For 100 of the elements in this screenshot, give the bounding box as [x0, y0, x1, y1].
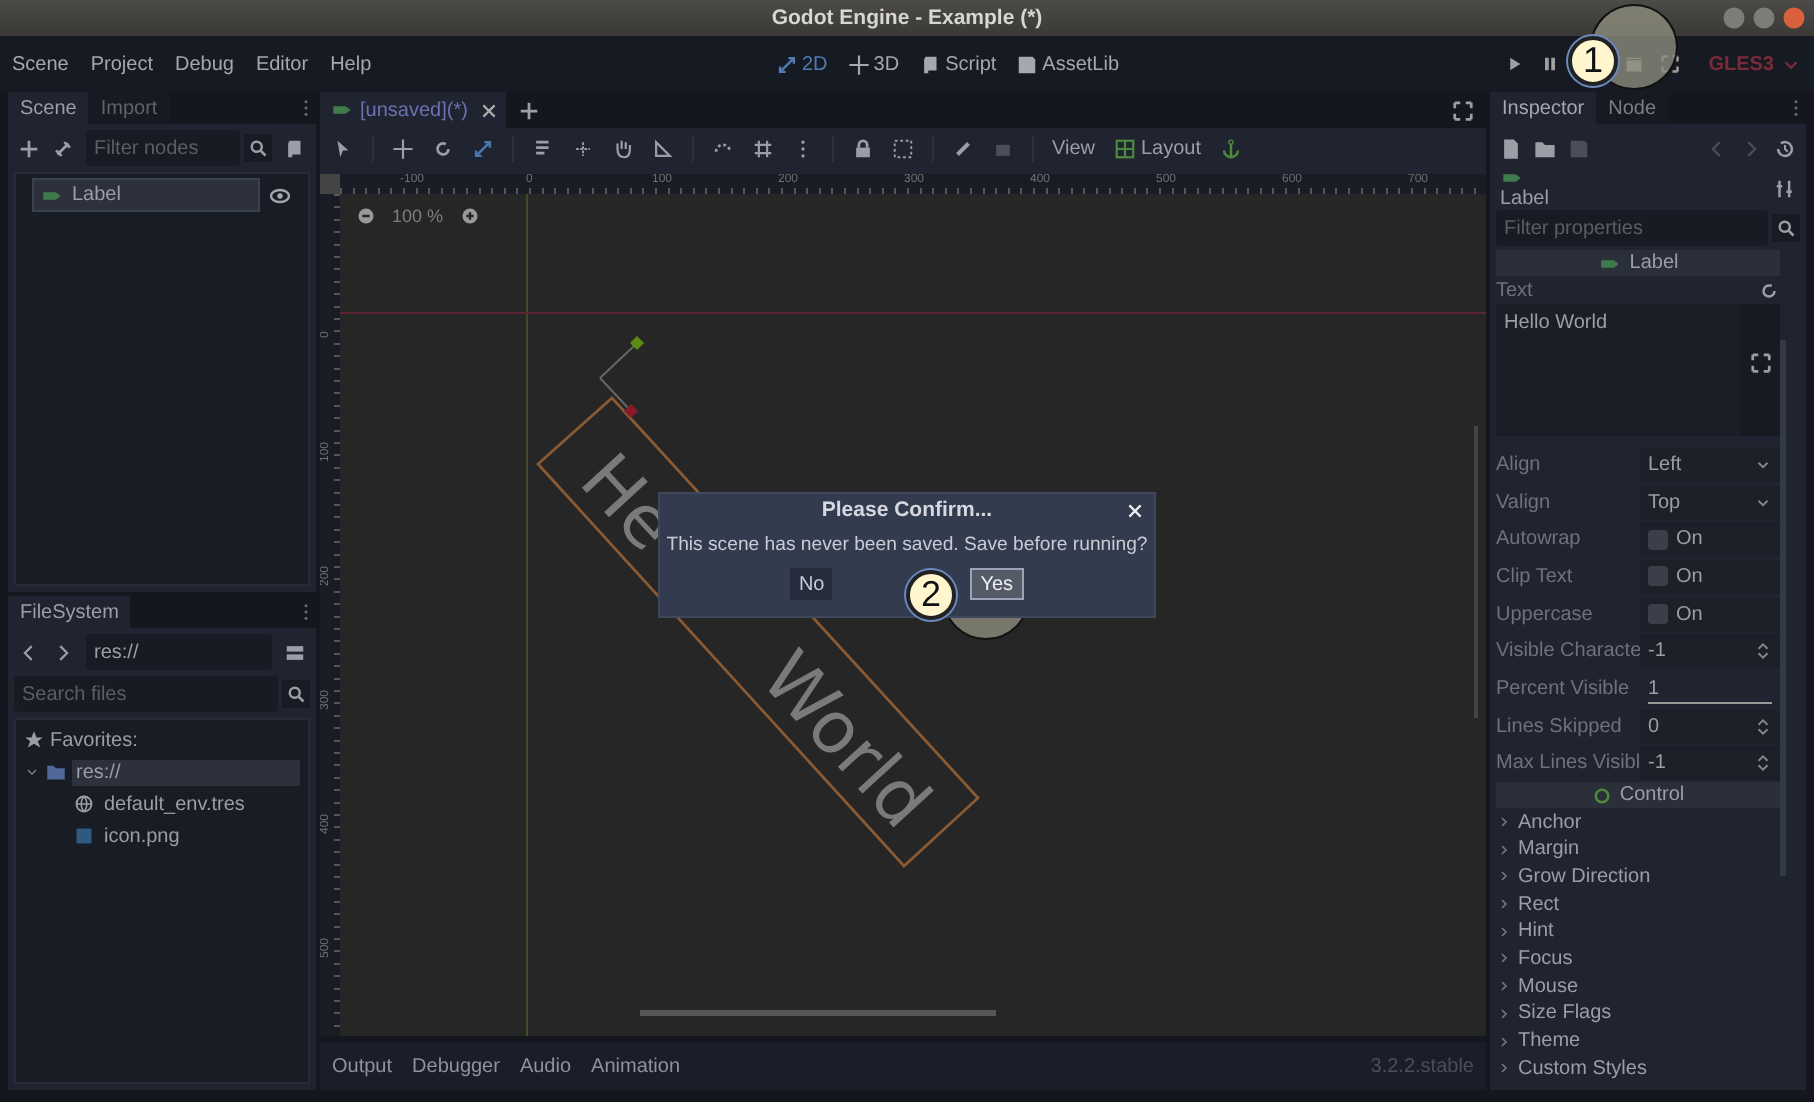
close-icon: [479, 101, 498, 119]
path-field[interactable]: res://: [86, 634, 272, 670]
zoom-out-icon[interactable]: [356, 206, 376, 226]
property-name: Text: [1496, 279, 1535, 301]
scale-icon[interactable]: [472, 138, 494, 160]
file-item[interactable]: res://: [72, 759, 300, 785]
property-dropdown[interactable]: Top: [1640, 485, 1780, 520]
property-section[interactable]: Margin: [1496, 835, 1780, 864]
property-section[interactable]: Focus: [1496, 945, 1780, 973]
play-icon[interactable]: [1504, 54, 1525, 74]
view-menu[interactable]: View: [1052, 138, 1095, 160]
ruler-icon[interactable]: [652, 138, 674, 160]
property-dropdown[interactable]: Left: [1640, 447, 1780, 482]
menu-item[interactable]: Editor: [255, 53, 309, 75]
expand-icon[interactable]: [1750, 352, 1772, 374]
dock-tab[interactable]: Node: [1596, 92, 1669, 124]
workspace-tab[interactable]: 3D: [847, 53, 900, 75]
property-section[interactable]: Hint: [1496, 917, 1780, 946]
property-section[interactable]: Theme: [1496, 1027, 1780, 1055]
tree-item[interactable]: Label: [32, 178, 260, 212]
history-icon[interactable]: [1774, 137, 1796, 159]
maximize-button-icon[interactable]: [1752, 6, 1776, 30]
file-item[interactable]: default_env.tres: [100, 791, 249, 817]
up-down-arrows-icon: [1754, 642, 1772, 661]
open-folder-icon[interactable]: [1534, 137, 1556, 159]
dialog-message: This scene has never been saved. Save before running?: [666, 534, 1148, 556]
scrollbar[interactable]: [640, 1010, 996, 1016]
filter-field[interactable]: Filter nodes: [86, 130, 240, 166]
list-icon[interactable]: [532, 138, 554, 160]
property-section[interactable]: Rect: [1496, 890, 1780, 918]
dock-tab[interactable]: Scene: [8, 92, 89, 124]
pause-icon[interactable]: [1540, 54, 1561, 74]
tag-icon: [330, 100, 354, 120]
pivot-handle[interactable]: [599, 335, 645, 419]
grid-icon[interactable]: [752, 138, 774, 160]
property-tools-icon[interactable]: [1774, 177, 1796, 199]
new-resource-icon[interactable]: [1500, 137, 1522, 159]
property-checkbox[interactable]: On: [1640, 559, 1780, 594]
menu-item[interactable]: Project: [90, 53, 153, 75]
expanded-caret-icon[interactable]: [24, 764, 40, 780]
property-section[interactable]: Size Flags: [1496, 1000, 1780, 1028]
filter-field[interactable]: Filter properties: [1496, 210, 1768, 246]
script-icon[interactable]: [284, 137, 306, 159]
property-spinbox[interactable]: -1: [1640, 634, 1780, 669]
property-checkbox[interactable]: On: [1640, 597, 1780, 632]
property-spinbox[interactable]: 0: [1640, 709, 1780, 744]
object-name: Label: [1500, 187, 1549, 209]
layout-menu[interactable]: Layout: [1113, 138, 1202, 160]
eye-icon[interactable]: [268, 183, 292, 207]
dock-tab[interactable]: Inspector: [1490, 92, 1597, 124]
move-icon[interactable]: [392, 138, 414, 160]
bottom-tab[interactable]: Animation: [591, 1055, 680, 1077]
add-icon[interactable]: [18, 137, 40, 159]
menu-item[interactable]: Help: [330, 53, 372, 75]
workspace-tab[interactable]: 2D: [776, 53, 828, 75]
favorites-label: Favorites:: [50, 729, 138, 751]
search-icon[interactable]: [282, 680, 310, 708]
workspace-tab[interactable]: AssetLib: [1016, 53, 1120, 75]
bottom-tab[interactable]: Output: [332, 1055, 393, 1077]
zoom-in-icon[interactable]: [459, 206, 480, 226]
lock-icon[interactable]: [852, 138, 874, 160]
property-name: Uppercase: [1496, 603, 1595, 626]
file-item[interactable]: icon.png: [100, 823, 184, 849]
split-view-icon[interactable]: [284, 641, 306, 663]
bottom-tab[interactable]: Audio: [519, 1055, 572, 1077]
rotate-icon[interactable]: [432, 138, 454, 160]
confirm-button[interactable]: Yes: [970, 568, 1024, 600]
editor-tab[interactable]: [unsaved](*): [320, 92, 506, 128]
bone-icon[interactable]: [952, 138, 974, 160]
menu-item[interactable]: Scene: [12, 53, 69, 75]
close-button-icon[interactable]: [1782, 6, 1806, 30]
anchor-icon[interactable]: [1219, 138, 1242, 160]
property-section[interactable]: Anchor: [1496, 808, 1780, 836]
menu-item[interactable]: Debug: [174, 53, 234, 75]
bottom-tab[interactable]: Debugger: [412, 1055, 500, 1077]
link-icon[interactable]: [52, 137, 74, 159]
workspace-tab[interactable]: Script: [919, 53, 997, 75]
diagonal-arrow-icon: [776, 53, 798, 75]
property-section[interactable]: Mouse: [1496, 972, 1780, 1000]
search-icon[interactable]: [1772, 214, 1800, 242]
pivot-icon[interactable]: [572, 138, 594, 160]
section-header: Label: [1629, 252, 1679, 274]
group-icon[interactable]: [892, 138, 914, 160]
property-spinbox[interactable]: -1: [1640, 746, 1780, 781]
property-checkbox[interactable]: On: [1640, 522, 1780, 557]
image-icon: [74, 826, 94, 846]
search-field[interactable]: Search files: [14, 676, 278, 712]
property-section[interactable]: Grow Direction: [1496, 863, 1780, 891]
dock-tab[interactable]: FileSystem: [8, 596, 131, 628]
fullscreen-icon[interactable]: [1452, 99, 1474, 121]
close-icon[interactable]: [1126, 502, 1144, 520]
search-icon[interactable]: [244, 134, 272, 162]
revert-icon[interactable]: [1758, 279, 1780, 301]
add-tab-icon[interactable]: [517, 99, 540, 121]
minimize-button-icon[interactable]: [1722, 6, 1746, 30]
property-slider[interactable]: 1: [1640, 671, 1780, 706]
hand-icon[interactable]: [612, 138, 634, 160]
cancel-button[interactable]: No: [790, 568, 833, 600]
text-area[interactable]: Hello World: [1496, 304, 1780, 436]
property-section[interactable]: Custom Styles: [1496, 1054, 1780, 1083]
